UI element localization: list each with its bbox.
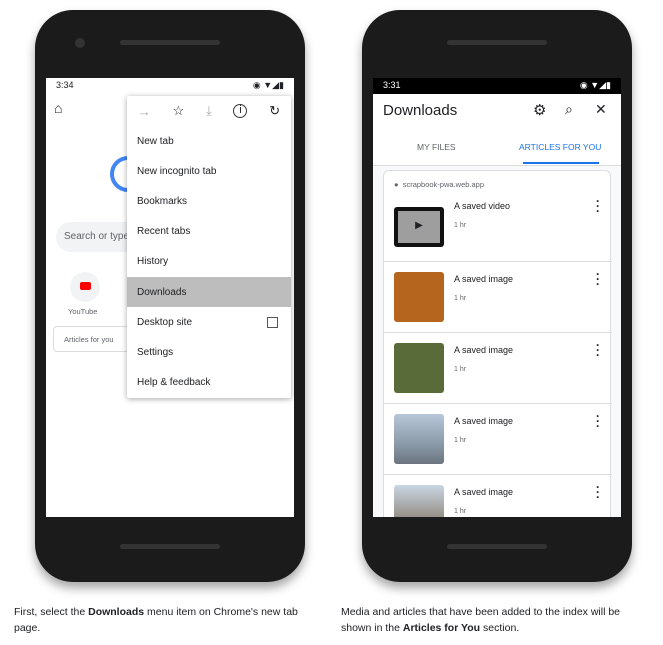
image-thumbnail	[394, 272, 444, 322]
settings-icon[interactable]: ⚙	[533, 101, 546, 119]
left-phone: 3:34 ◉ ▼◢▮ ⌂ Search or type YouTube Artic…	[35, 10, 305, 582]
star-icon[interactable]: ☆	[173, 103, 185, 119]
page-title: Downloads	[383, 102, 458, 119]
caption-bold: Articles for You	[402, 622, 481, 634]
menu-item-desktop-site[interactable]: Desktop site	[127, 307, 291, 337]
menu-item-help-feedback[interactable]: Help & feedback	[127, 368, 291, 398]
speaker	[120, 40, 220, 45]
search-icon[interactable]: ⌕	[565, 101, 573, 118]
menu-item-new-tab[interactable]: New tab	[127, 126, 291, 156]
status-icons: ◉ ▼◢▮	[252, 80, 284, 90]
desktop-site-checkbox[interactable]	[267, 316, 278, 328]
info-icon[interactable]: i	[233, 104, 248, 118]
share-icon: ●	[394, 180, 399, 189]
image-thumbnail	[394, 343, 444, 393]
item-age: 1 hr	[454, 222, 467, 229]
speaker	[447, 40, 547, 45]
list-item[interactable]: A saved image 1 hr · · ·	[384, 261, 612, 332]
source-domain: scrapbook-pwa.web.app	[402, 180, 485, 189]
speaker-bottom	[120, 544, 220, 549]
menu-item-bookmarks[interactable]: Bookmarks	[127, 186, 291, 216]
item-age: 1 hr	[454, 366, 467, 373]
youtube-icon	[79, 282, 91, 290]
youtube-shortcut[interactable]	[70, 272, 100, 302]
overflow-menu: → ☆ ⤓ i ↻ New tab New incognito tab Book…	[127, 96, 291, 398]
menu-item-recent-tabs[interactable]: Recent tabs	[127, 217, 291, 247]
forward-icon[interactable]: →	[138, 104, 151, 119]
menu-item-history[interactable]: History	[127, 247, 291, 277]
status-icons: ◉ ▼◢▮	[579, 80, 611, 90]
list-item[interactable]: A saved image 1 hr · · ·	[384, 332, 612, 403]
play-icon: ▶	[398, 211, 440, 243]
more-icon[interactable]: · · ·	[596, 268, 600, 290]
caption-text: First, select the	[14, 606, 89, 618]
articles-card: ● scrapbook-pwa.web.app ▶ A saved video …	[383, 170, 612, 517]
item-age: 1 hr	[454, 508, 467, 515]
app-bar: Downloads ⚙ ⌕ ✕	[373, 94, 621, 130]
download-icon[interactable]: ⤓	[206, 103, 212, 119]
more-icon[interactable]: · · ·	[596, 410, 600, 432]
item-title: A saved video	[454, 201, 511, 211]
image-thumbnail	[394, 485, 444, 517]
image-thumbnail	[394, 414, 444, 464]
speaker-bottom	[447, 544, 547, 549]
left-caption: First, select the Downloads menu item on…	[14, 604, 314, 636]
tab-bar: MY FILES ARTICLES FOR YOU	[373, 130, 621, 166]
refresh-icon[interactable]: ↻	[269, 103, 280, 119]
item-title: A saved image	[454, 416, 514, 426]
right-caption: Media and articles that have been added …	[341, 604, 641, 636]
menu-item-settings[interactable]: Settings	[127, 337, 291, 367]
more-icon[interactable]: · · ·	[596, 195, 600, 217]
video-thumbnail: ▶	[394, 207, 444, 247]
right-phone: 3:31 ◉ ▼◢▮ Downloads ⚙ ⌕ ✕ MY FILES ARTIC…	[362, 10, 632, 582]
home-icon[interactable]: ⌂	[54, 100, 62, 116]
tab-articles-for-you[interactable]: ARTICLES FOR YOU	[519, 142, 601, 152]
more-icon[interactable]: · · ·	[596, 481, 600, 503]
shortcut-label: YouTube	[68, 307, 98, 316]
tab-my-files[interactable]: MY FILES	[417, 142, 456, 152]
list-item[interactable]: A saved image 1 hr · · ·	[384, 474, 612, 517]
caption-bold: Downloads	[88, 606, 145, 618]
status-time: 3:31	[383, 80, 401, 90]
item-age: 1 hr	[454, 437, 467, 444]
item-title: A saved image	[454, 345, 514, 355]
left-screen: 3:34 ◉ ▼◢▮ ⌂ Search or type YouTube Artic…	[46, 78, 294, 517]
item-age: 1 hr	[454, 295, 467, 302]
menu-toolbar: → ☆ ⤓ i ↻	[127, 96, 291, 126]
camera	[75, 38, 85, 48]
menu-item-downloads[interactable]: Downloads	[127, 276, 291, 308]
status-bar: 3:31 ◉ ▼◢▮	[373, 78, 621, 94]
status-time: 3:34	[56, 80, 74, 90]
right-screen: 3:31 ◉ ▼◢▮ Downloads ⚙ ⌕ ✕ MY FILES ARTIC…	[373, 78, 621, 517]
item-title: A saved image	[454, 487, 514, 497]
close-icon[interactable]: ✕	[595, 101, 607, 118]
caption-text: section.	[480, 622, 520, 634]
desktop-site-label: Desktop site	[137, 316, 193, 328]
list-item[interactable]: A saved image 1 hr · · ·	[384, 403, 612, 474]
menu-item-new-incognito-tab[interactable]: New incognito tab	[127, 156, 291, 186]
status-bar: 3:34 ◉ ▼◢▮	[46, 78, 294, 94]
list-item[interactable]: ▶ A saved video 1 hr · · ·	[384, 189, 612, 260]
more-icon[interactable]: · · ·	[596, 339, 600, 361]
item-title: A saved image	[454, 274, 514, 284]
active-tab-indicator	[523, 162, 599, 164]
source-row: ● scrapbook-pwa.web.app	[394, 180, 484, 189]
